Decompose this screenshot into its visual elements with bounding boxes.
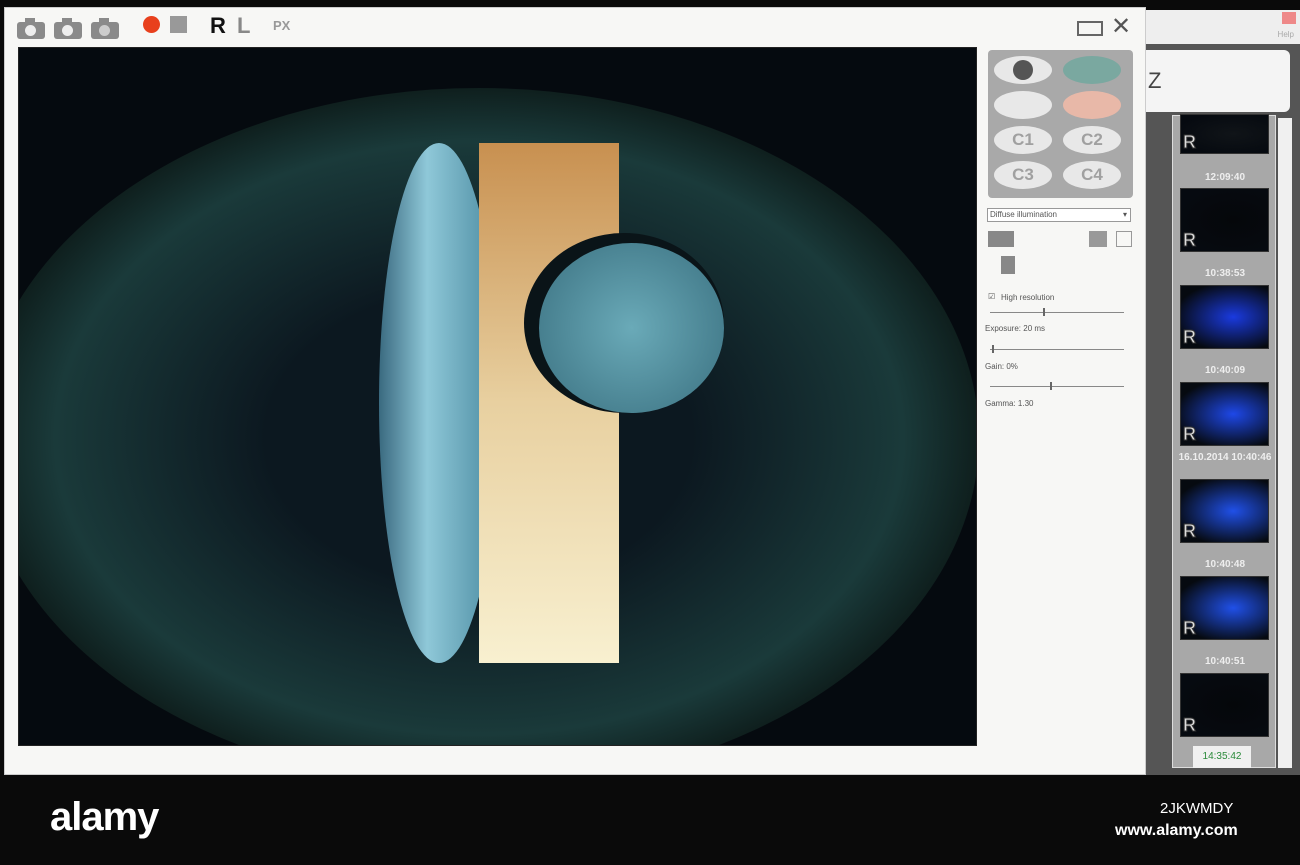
live-eye-view[interactable] bbox=[18, 47, 977, 746]
eye-selector-panel: C1 C2 C3 C4 bbox=[988, 50, 1133, 198]
illumination-value: Diffuse illumination bbox=[990, 210, 1057, 219]
thumbnail[interactable]: R bbox=[1180, 114, 1269, 154]
close-icon[interactable]: ✕ bbox=[1111, 12, 1131, 41]
thumbnail[interactable]: R bbox=[1180, 479, 1269, 543]
eye-green-button[interactable] bbox=[1063, 56, 1121, 84]
camera-video-icon[interactable] bbox=[91, 18, 119, 39]
side-close-button[interactable] bbox=[1282, 12, 1296, 24]
high-resolution-label: High resolution bbox=[1001, 293, 1055, 302]
gain-label: Gain: 0% bbox=[985, 362, 1018, 371]
thumbnail[interactable]: R bbox=[1180, 285, 1269, 349]
watermark-url: www.alamy.com bbox=[1115, 822, 1238, 839]
help-menu[interactable]: Help bbox=[1278, 30, 1294, 39]
thumbnail-timestamp: 10:40:09 bbox=[1204, 365, 1246, 376]
eye-side-label: R bbox=[1183, 132, 1197, 153]
eye-c3-button[interactable]: C3 bbox=[994, 161, 1052, 189]
thumbnail[interactable]: R bbox=[1180, 382, 1269, 446]
thumbnail-timestamp: 10:40:48 bbox=[1204, 559, 1246, 570]
patient-panel: Z bbox=[1146, 50, 1290, 112]
eye-left-button[interactable]: L bbox=[237, 13, 250, 39]
eye-red-button[interactable] bbox=[1063, 91, 1121, 119]
current-time: 14:35:42 bbox=[1193, 746, 1251, 768]
stop-button[interactable] bbox=[170, 16, 187, 33]
save-icon[interactable] bbox=[1089, 231, 1107, 247]
gain-slider[interactable] bbox=[990, 345, 1124, 353]
thumbnail[interactable]: R bbox=[1180, 576, 1269, 640]
eye-side-label: R bbox=[1183, 230, 1197, 251]
camera-timer-icon[interactable] bbox=[54, 18, 82, 39]
eye-side-label: R bbox=[1183, 521, 1197, 542]
px-button[interactable]: PX bbox=[273, 18, 290, 33]
eye-side-label: R bbox=[1183, 618, 1197, 639]
thumbnail-scrollbar[interactable] bbox=[1278, 118, 1292, 768]
eye-c2-button[interactable]: C2 bbox=[1063, 126, 1121, 154]
eye-slit-button[interactable] bbox=[994, 91, 1052, 119]
thumbnail-timestamp: 12:09:40 bbox=[1204, 172, 1246, 183]
thumbnail-timestamp: 16.10.2014 10:40:46 bbox=[1178, 452, 1272, 463]
exposure-label: Exposure: 20 ms bbox=[985, 324, 1046, 333]
wrench-icon[interactable] bbox=[988, 231, 1014, 247]
record-button[interactable] bbox=[143, 16, 160, 33]
eye-side-label: R bbox=[1183, 424, 1197, 445]
thumbnail[interactable]: R bbox=[1180, 673, 1269, 737]
gamma-slider[interactable] bbox=[990, 382, 1124, 390]
patient-name: Z bbox=[1148, 68, 1162, 93]
camera-icon[interactable] bbox=[17, 18, 45, 39]
gamma-label: Gamma: 1.30 bbox=[985, 399, 1034, 408]
thumbnail-timestamp: 10:40:51 bbox=[1204, 656, 1246, 667]
exposure-slider[interactable] bbox=[990, 308, 1124, 316]
thumbnail-strip[interactable]: R 12:09:40 R 10:38:53 R 10:40:09 R 16.10.2014 1… bbox=[1172, 114, 1276, 768]
eye-right-button[interactable]: R bbox=[210, 13, 226, 39]
thumbnail-timestamp: 10:38:53 bbox=[1204, 268, 1246, 279]
eye-side-label: R bbox=[1183, 715, 1197, 736]
side-window-titlebar: Help bbox=[1146, 10, 1300, 44]
eye-side-label: R bbox=[1183, 327, 1197, 348]
high-resolution-checkbox[interactable]: ☑ bbox=[988, 292, 995, 301]
illumination-select[interactable]: Diffuse illumination ▾ bbox=[987, 208, 1131, 222]
eye-c4-button[interactable]: C4 bbox=[1063, 161, 1121, 189]
watermark-id: 2JKWMDY bbox=[1160, 800, 1234, 817]
eye-c1-button[interactable]: C1 bbox=[994, 126, 1052, 154]
fullscreen-icon[interactable] bbox=[1077, 21, 1103, 36]
eye-full-button[interactable] bbox=[994, 56, 1052, 84]
grid-icon[interactable] bbox=[1116, 231, 1132, 247]
watermark-logo: alamy bbox=[50, 795, 159, 839]
brightness-icon[interactable] bbox=[1001, 256, 1015, 274]
thumbnail[interactable]: R bbox=[1180, 188, 1269, 252]
